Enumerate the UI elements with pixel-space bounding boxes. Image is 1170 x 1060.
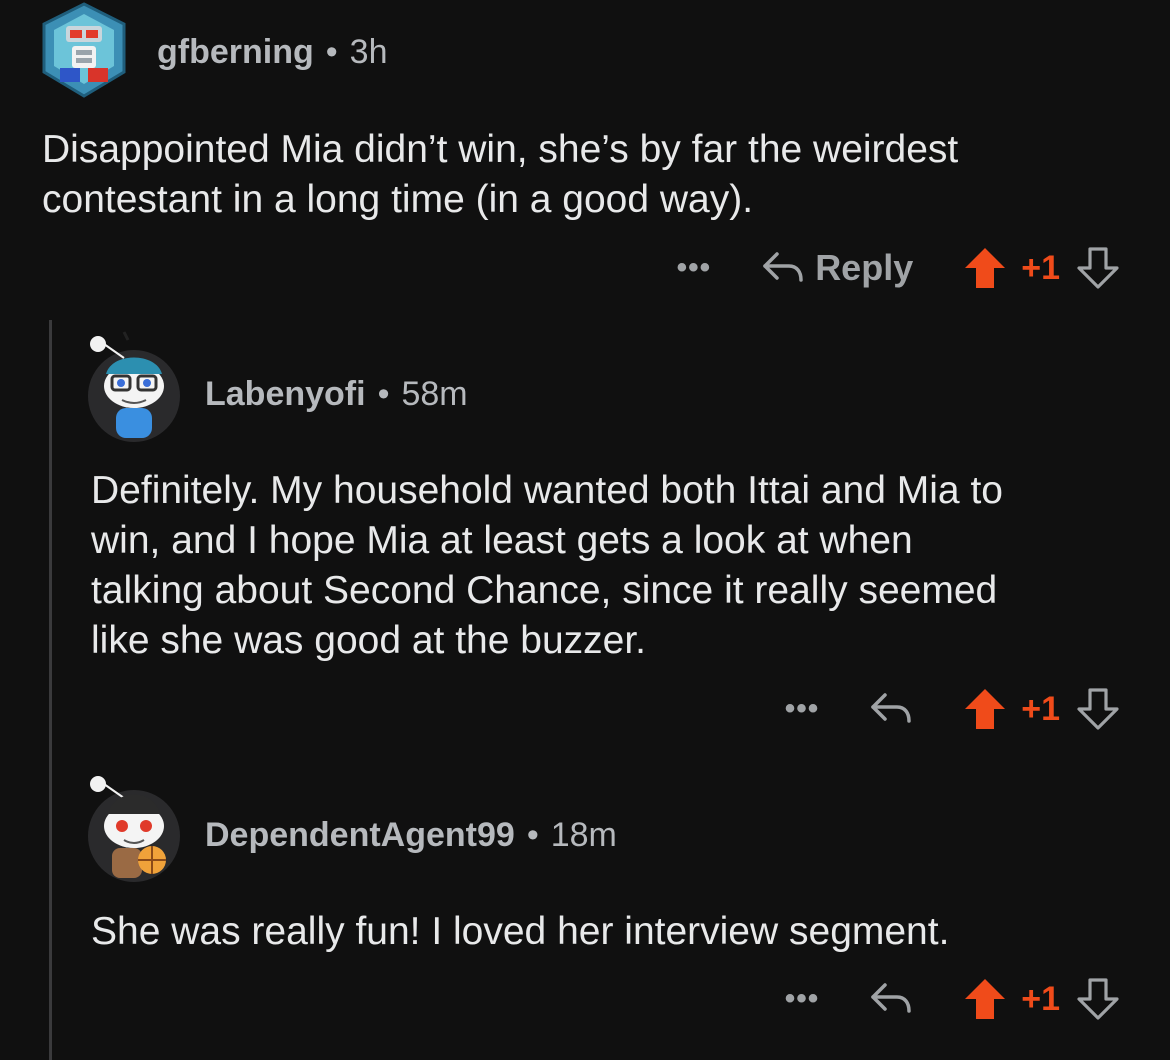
username[interactable]: Labenyofi [205, 375, 366, 414]
upvote-button[interactable] [963, 977, 1007, 1021]
downvote-button[interactable] [1076, 687, 1120, 731]
meta-separator: • [526, 815, 539, 854]
reply-label: Reply [815, 247, 914, 288]
vote-score: +1 [1021, 689, 1060, 728]
downvote-button[interactable] [1076, 977, 1120, 1021]
downvote-arrow-icon [1077, 978, 1119, 1020]
robot-avatar-icon[interactable] [38, 0, 130, 100]
more-options-button[interactable]: ••• [785, 692, 820, 726]
upvote-arrow-icon [965, 248, 1006, 288]
reply-button[interactable] [869, 981, 913, 1017]
thread-line[interactable] [49, 320, 52, 1060]
meta-separator: • [377, 374, 390, 413]
reply-arrow-icon [871, 693, 911, 723]
comment-body: Definitely. My household wanted both Itt… [91, 469, 1003, 662]
username[interactable]: gfberning [157, 33, 314, 72]
comment-header: Labenyofi • 58m [205, 372, 468, 416]
comment-actions: ••• +1 [785, 974, 1120, 1024]
meta-separator: • [325, 32, 338, 71]
downvote-arrow-icon [1077, 247, 1119, 289]
downvote-button[interactable] [1076, 246, 1120, 290]
reply-arrow-icon [871, 983, 911, 1013]
username[interactable]: DependentAgent99 [205, 816, 515, 855]
downvote-arrow-icon [1077, 688, 1119, 730]
more-options-button[interactable]: ••• [677, 251, 712, 285]
snoo-basketball-avatar-icon[interactable] [84, 768, 184, 882]
upvote-arrow-icon [965, 979, 1006, 1019]
vote-score: +1 [1021, 979, 1060, 1018]
comment-body: She was really fun! I loved her intervie… [91, 910, 950, 953]
more-options-button[interactable]: ••• [785, 982, 820, 1016]
vote-score: +1 [1021, 248, 1060, 287]
reply-arrow-icon [763, 252, 803, 282]
upvote-arrow-icon [965, 689, 1006, 729]
reply-button[interactable] [869, 691, 913, 727]
upvote-button[interactable] [963, 246, 1007, 290]
comment-header: gfberning • 3h [157, 30, 388, 74]
timestamp: 3h [349, 32, 388, 71]
comment-actions: ••• +1 [785, 684, 1120, 734]
reply-button[interactable]: Reply [761, 247, 913, 289]
upvote-button[interactable] [963, 687, 1007, 731]
comment-header: DependentAgent99 • 18m [205, 813, 617, 857]
timestamp: 58m [401, 374, 468, 413]
comment-body: Disappointed Mia didn’t win, she’s by fa… [42, 128, 959, 221]
snoo-glasses-avatar-icon[interactable] [84, 328, 184, 442]
comment-actions: ••• Reply +1 [677, 243, 1120, 293]
timestamp: 18m [550, 815, 617, 854]
